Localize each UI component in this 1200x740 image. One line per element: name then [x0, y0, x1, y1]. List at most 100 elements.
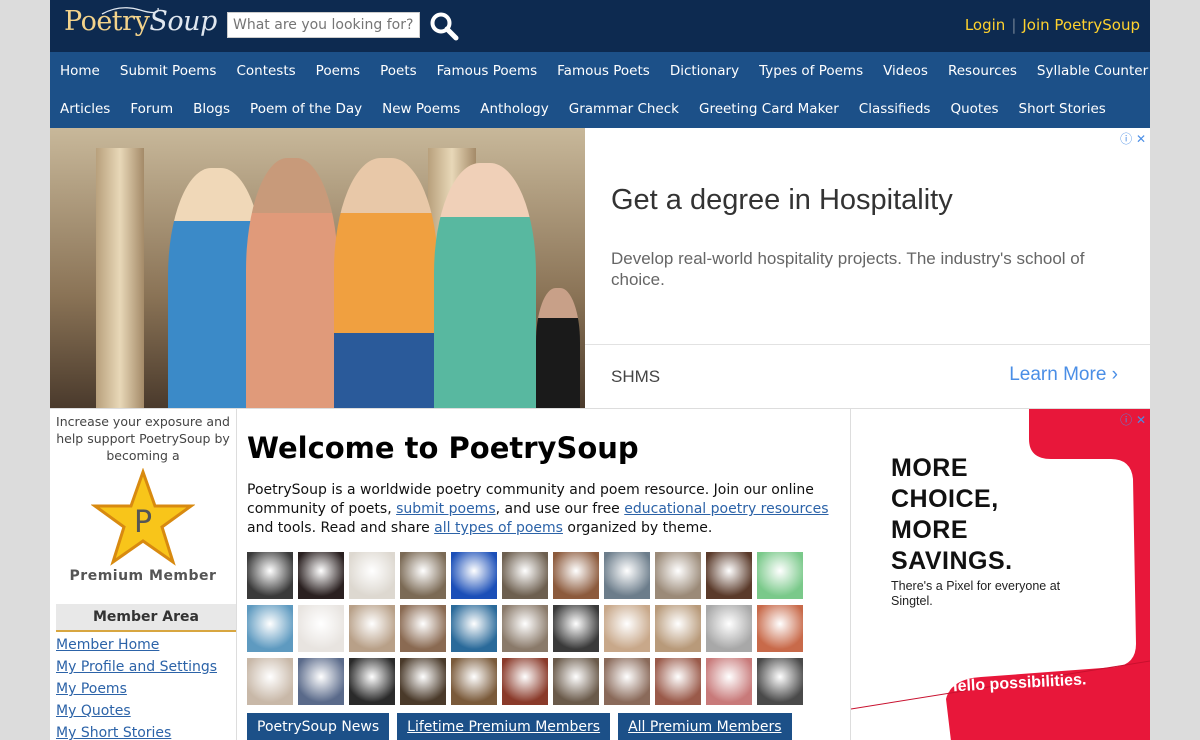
poetrysoup-logo[interactable]: PoetrySoup	[64, 6, 217, 37]
nav-blogs[interactable]: Blogs	[193, 101, 230, 117]
poet-avatar[interactable]	[298, 605, 344, 652]
ad-headline[interactable]: Get a degree in Hospitality	[611, 184, 953, 217]
side-ad[interactable]: ⓘ ✕ MORE CHOICE, MORE SAVINGS. There's a…	[850, 409, 1150, 740]
search-input[interactable]	[227, 12, 420, 38]
all-premium-button[interactable]: All Premium Members	[618, 713, 792, 740]
nav-greeting-card-maker[interactable]: Greeting Card Maker	[699, 101, 839, 117]
poet-avatar[interactable]	[451, 552, 497, 599]
ad-text-panel[interactable]: ⓘ ✕ Get a degree in Hospitality Develop …	[585, 128, 1150, 408]
nav-resources[interactable]: Resources	[948, 63, 1017, 79]
poet-avatar[interactable]	[400, 605, 446, 652]
chevron-right-icon: ›	[1111, 364, 1118, 385]
nav-home[interactable]: Home	[60, 63, 100, 79]
nav-forum[interactable]: Forum	[130, 101, 173, 117]
poet-avatar[interactable]	[655, 605, 701, 652]
nav-dictionary[interactable]: Dictionary	[670, 63, 739, 79]
member-home-link[interactable]: Member Home	[56, 634, 236, 656]
educational-resources-link[interactable]: educational poetry resources	[624, 501, 828, 517]
poet-avatar[interactable]	[349, 605, 395, 652]
poet-avatar[interactable]	[553, 605, 599, 652]
lifetime-premium-button[interactable]: Lifetime Premium Members	[397, 713, 611, 740]
poet-avatar[interactable]	[247, 658, 293, 705]
poet-avatar[interactable]	[247, 605, 293, 652]
premium-member-label[interactable]: Premium Member	[50, 568, 236, 584]
poet-avatar[interactable]	[349, 658, 395, 705]
poet-avatar[interactable]	[451, 658, 497, 705]
nav-row-1: Home Submit Poems Contests Poems Poets F…	[50, 52, 1150, 90]
login-link[interactable]: Login	[965, 16, 1005, 34]
poet-avatar[interactable]	[706, 605, 752, 652]
ad-close-icon[interactable]: ⓘ ✕	[1120, 130, 1146, 147]
member-links: Member Home My Profile and Settings My P…	[50, 632, 236, 740]
nav-contests[interactable]: Contests	[236, 63, 295, 79]
nav-classifieds[interactable]: Classifieds	[859, 101, 931, 117]
poet-avatar[interactable]	[604, 552, 650, 599]
poet-avatar[interactable]	[451, 605, 497, 652]
member-buttons: PoetrySoup News Lifetime Premium Members…	[247, 713, 792, 740]
poet-avatar[interactable]	[757, 552, 803, 599]
poet-avatar[interactable]	[349, 552, 395, 599]
page: PoetrySoup Login | Join PoetrySoup Home Su…	[50, 0, 1150, 740]
nav-famous-poets[interactable]: Famous Poets	[557, 63, 650, 79]
ad-photo-pillar	[96, 148, 144, 408]
side-ad-headline-line: MORE	[891, 454, 968, 482]
my-quotes-link[interactable]: My Quotes	[56, 700, 236, 722]
poet-avatar[interactable]	[655, 658, 701, 705]
ad-photo-person	[246, 158, 338, 408]
poet-avatar[interactable]	[553, 552, 599, 599]
ad-banner[interactable]: ⓘ ✕ Get a degree in Hospitality Develop …	[50, 128, 1150, 409]
poet-avatar[interactable]	[400, 658, 446, 705]
nav-poems[interactable]: Poems	[316, 63, 360, 79]
ad-learn-more-button[interactable]: Learn More ›	[1009, 364, 1118, 386]
search-icon[interactable]	[428, 10, 460, 42]
nav-poem-of-the-day[interactable]: Poem of the Day	[250, 101, 362, 117]
poet-avatar[interactable]	[298, 658, 344, 705]
ad-photo-person	[536, 288, 580, 408]
nav-syllable-counter[interactable]: Syllable Counter	[1037, 63, 1148, 79]
poet-avatar[interactable]	[757, 605, 803, 652]
side-ad-close-icon[interactable]: ⓘ ✕	[1120, 411, 1146, 428]
auth-separator: |	[1011, 16, 1017, 34]
my-short-stories-link[interactable]: My Short Stories	[56, 722, 236, 740]
nav-videos[interactable]: Videos	[883, 63, 928, 79]
poet-avatar[interactable]	[706, 658, 752, 705]
intro-text: , and use our free	[495, 501, 625, 517]
nav-anthology[interactable]: Anthology	[480, 101, 548, 117]
poet-avatar[interactable]	[502, 552, 548, 599]
main-nav: Home Submit Poems Contests Poems Poets F…	[50, 52, 1150, 128]
nav-grammar-check[interactable]: Grammar Check	[569, 101, 679, 117]
nav-submit-poems[interactable]: Submit Poems	[120, 63, 217, 79]
premium-star-icon[interactable]: P	[91, 468, 195, 568]
poet-avatar[interactable]	[706, 552, 752, 599]
submit-poems-link[interactable]: submit poems	[396, 501, 496, 517]
main-content: Welcome to PoetrySoup PoetrySoup is a wo…	[237, 409, 850, 740]
all-types-link[interactable]: all types of poems	[434, 520, 563, 536]
poet-avatar[interactable]	[400, 552, 446, 599]
nav-types-of-poems[interactable]: Types of Poems	[759, 63, 863, 79]
top-header: PoetrySoup Login | Join PoetrySoup	[50, 0, 1150, 52]
nav-quotes[interactable]: Quotes	[950, 101, 998, 117]
nav-new-poems[interactable]: New Poems	[382, 101, 460, 117]
join-link[interactable]: Join PoetrySoup	[1022, 16, 1140, 34]
nav-short-stories[interactable]: Short Stories	[1019, 101, 1106, 117]
poet-avatar[interactable]	[553, 658, 599, 705]
poet-avatar[interactable]	[247, 552, 293, 599]
poet-avatar[interactable]	[604, 658, 650, 705]
poet-avatar[interactable]	[604, 605, 650, 652]
poet-avatar[interactable]	[757, 658, 803, 705]
poetrysoup-news-button[interactable]: PoetrySoup News	[247, 713, 390, 740]
my-poems-link[interactable]: My Poems	[56, 678, 236, 700]
ad-footer: SHMS Learn More ›	[585, 344, 1150, 407]
ad-photo[interactable]	[50, 128, 585, 408]
nav-famous-poems[interactable]: Famous Poems	[437, 63, 538, 79]
profile-settings-link[interactable]: My Profile and Settings	[56, 656, 236, 678]
nav-poets[interactable]: Poets	[380, 63, 417, 79]
poet-avatar[interactable]	[502, 605, 548, 652]
poet-avatar[interactable]	[298, 552, 344, 599]
poet-avatar[interactable]	[655, 552, 701, 599]
poet-avatar[interactable]	[502, 658, 548, 705]
premium-promo-text: Increase your exposure and help support …	[56, 414, 230, 463]
side-ad-headline[interactable]: MORE CHOICE, MORE SAVINGS.	[891, 453, 1013, 577]
logo-swirl-icon	[101, 7, 159, 15]
nav-articles[interactable]: Articles	[60, 101, 110, 117]
